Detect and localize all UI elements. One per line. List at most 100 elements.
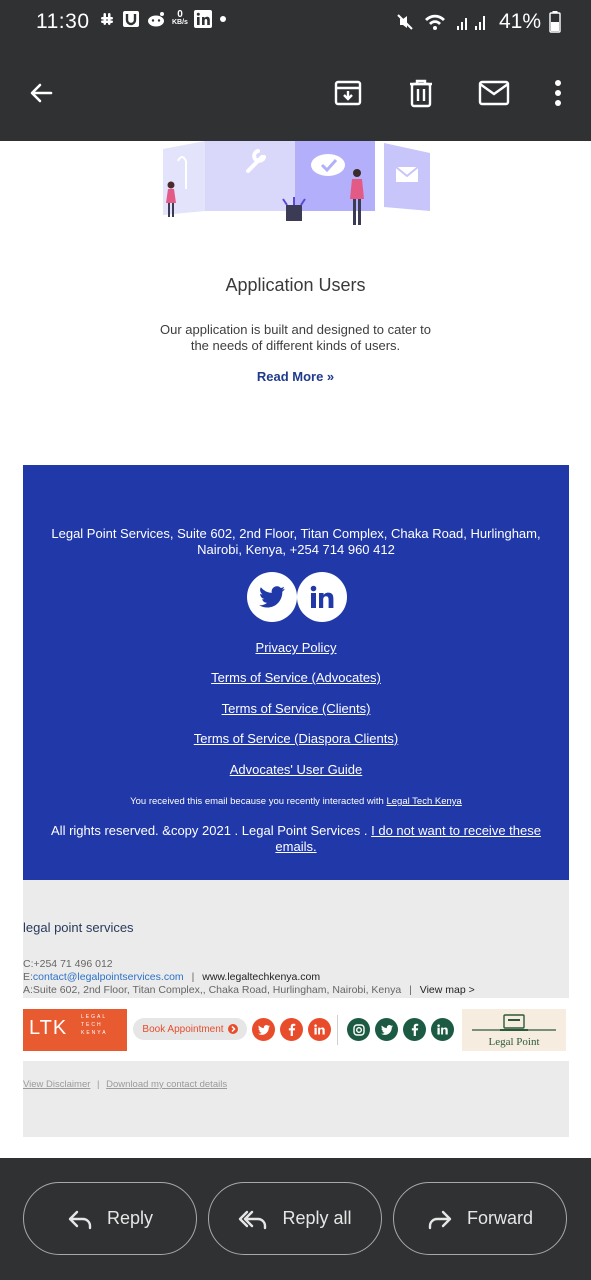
archive-icon xyxy=(334,80,362,106)
wifi-icon xyxy=(424,14,445,30)
back-button[interactable] xyxy=(18,70,64,116)
footer-notice-text: You received this email because you rece… xyxy=(130,796,384,807)
linkedin-green-button[interactable] xyxy=(431,1018,454,1041)
twitter-green-button[interactable] xyxy=(375,1018,398,1041)
twitter-button[interactable] xyxy=(247,572,297,622)
twitter-orange-button[interactable] xyxy=(252,1018,275,1041)
legal-tech-kenya-link[interactable]: Legal Tech Kenya xyxy=(386,796,461,807)
signature-email-link[interactable]: contact@legalpointservices.com xyxy=(33,971,184,983)
separator: | xyxy=(97,1079,100,1090)
reply-all-button[interactable]: Reply all xyxy=(208,1182,382,1255)
mute-icon xyxy=(397,14,413,30)
book-appointment-button[interactable]: Book Appointment xyxy=(133,1018,247,1040)
signature-footer: View Disclaimer | Download my contact de… xyxy=(23,1061,569,1137)
download-contact-link[interactable]: Download my contact details xyxy=(106,1079,227,1090)
reply-button[interactable]: Reply xyxy=(23,1182,197,1255)
facebook-icon xyxy=(411,1023,418,1036)
email-footer-panel: Legal Point Services, Suite 602, 2nd Flo… xyxy=(23,465,569,880)
footer-notice: You received this email because you rece… xyxy=(23,796,569,807)
reply-icon xyxy=(68,1210,92,1229)
email-toolbar xyxy=(0,46,591,141)
book-appointment-label: Book Appointment xyxy=(142,1023,224,1035)
slack-icon xyxy=(101,13,113,25)
separator: | xyxy=(409,984,412,996)
facebook-icon xyxy=(288,1023,295,1036)
section-title: Application Users xyxy=(225,275,366,295)
reply-all-label: Reply all xyxy=(282,1208,352,1228)
signature-contact-line: E:contact@legalpointservices.com | www.l… xyxy=(23,971,320,983)
signature-block: legal point services C:+254 71 496 012 E… xyxy=(23,880,569,998)
reply-label: Reply xyxy=(106,1208,154,1228)
instagram-green-button[interactable] xyxy=(347,1018,370,1041)
signature-name: legal point services xyxy=(23,920,134,935)
view-map-link[interactable]: View map > xyxy=(420,984,475,996)
legal-point-emblem-icon xyxy=(472,1014,556,1031)
ltk-sub-2: TECH xyxy=(81,1022,103,1028)
system-icons: 41% xyxy=(395,10,561,34)
twitter-icon xyxy=(380,1024,393,1035)
ltk-logo-subtext: LEGAL TECH KENYA xyxy=(81,1013,108,1037)
battery-icon xyxy=(549,11,561,33)
reply-all-icon xyxy=(239,1210,267,1229)
signature-phone: C:+254 71 496 012 xyxy=(23,958,113,970)
separator: | xyxy=(191,971,195,983)
forward-icon xyxy=(428,1210,452,1229)
notification-icons: 0 KB/s xyxy=(98,10,228,28)
footer-link-tos-clients[interactable]: Terms of Service (Clients) xyxy=(23,701,569,716)
linkedin-icon xyxy=(193,10,212,28)
mark-unread-button[interactable] xyxy=(471,70,517,116)
instagram-icon xyxy=(352,1023,365,1036)
facebook-orange-button[interactable] xyxy=(280,1018,303,1041)
linkedin-orange-button[interactable] xyxy=(308,1018,331,1041)
signature-website-link[interactable]: www.legaltechkenya.com xyxy=(202,971,320,983)
ltk-logo-text: LTK xyxy=(29,1017,68,1039)
arrow-circle-icon xyxy=(227,1024,238,1034)
more-vert-icon xyxy=(555,80,561,106)
net-speed: 0 KB/s xyxy=(172,9,188,27)
trash-icon xyxy=(410,79,432,108)
net-speed-value: 0 xyxy=(177,9,183,20)
read-more-link[interactable]: Read More » xyxy=(0,369,591,384)
u-app-icon xyxy=(123,11,139,27)
ltk-sub-3: KENYA xyxy=(81,1030,108,1036)
ltk-logo[interactable]: LTK LEGAL TECH KENYA xyxy=(23,1009,127,1051)
signature-address-line: A:Suite 602, 2nd Floor, Titan Complex,, … xyxy=(23,984,475,996)
mail-icon xyxy=(478,80,510,106)
footer-address: Legal Point Services, Suite 602, 2nd Flo… xyxy=(51,526,541,557)
linkedin-icon xyxy=(314,1024,325,1035)
arrow-left-icon xyxy=(30,83,53,103)
delete-button[interactable] xyxy=(398,70,444,116)
footer-link-privacy-policy[interactable]: Privacy Policy xyxy=(23,640,569,655)
footer-link-tos-diaspora[interactable]: Terms of Service (Diaspora Clients) xyxy=(23,731,569,746)
more-options-button[interactable] xyxy=(535,70,581,116)
legal-point-logo[interactable]: Legal Point xyxy=(462,1009,566,1051)
linkedin-button[interactable] xyxy=(297,572,347,622)
status-bar: 11:30 0 KB/s 41% xyxy=(0,0,591,46)
battery-percent: 41% xyxy=(498,10,541,33)
facebook-green-button[interactable] xyxy=(403,1018,426,1041)
banner-divider xyxy=(337,1015,338,1045)
legal-point-label: Legal Point xyxy=(488,1036,540,1048)
linkedin-icon xyxy=(310,585,334,608)
linkedin-icon xyxy=(437,1024,448,1035)
forward-label: Forward xyxy=(466,1208,533,1228)
signature-banner: LTK LEGAL TECH KENYA Book Appointment Le… xyxy=(23,1009,569,1051)
twitter-icon xyxy=(259,586,285,608)
reply-action-bar: Reply Reply all Forward xyxy=(0,1158,591,1280)
email-prefix: E: xyxy=(23,971,33,983)
view-disclaimer-link[interactable]: View Disclaimer xyxy=(23,1079,90,1090)
forward-button[interactable]: Forward xyxy=(393,1182,567,1255)
twitter-icon xyxy=(257,1024,270,1035)
section-description: Our application is built and designed to… xyxy=(159,322,431,353)
signal-icon xyxy=(456,16,485,30)
dot-icon xyxy=(219,16,226,22)
footer-rights: All rights reserved. &copy 2021 . Legal … xyxy=(39,823,553,855)
archive-button[interactable] xyxy=(325,70,371,116)
ltk-sub-1: LEGAL xyxy=(81,1014,108,1020)
signature-footer-links: View Disclaimer | Download my contact de… xyxy=(23,1079,227,1090)
footer-link-user-guide[interactable]: Advocates' User Guide xyxy=(23,762,569,777)
rights-text: All rights reserved. &copy 2021 . Legal … xyxy=(51,823,368,838)
footer-link-tos-advocates[interactable]: Terms of Service (Advocates) xyxy=(23,670,569,685)
application-users-illustration xyxy=(163,141,430,225)
net-speed-unit: KB/s xyxy=(172,19,188,26)
